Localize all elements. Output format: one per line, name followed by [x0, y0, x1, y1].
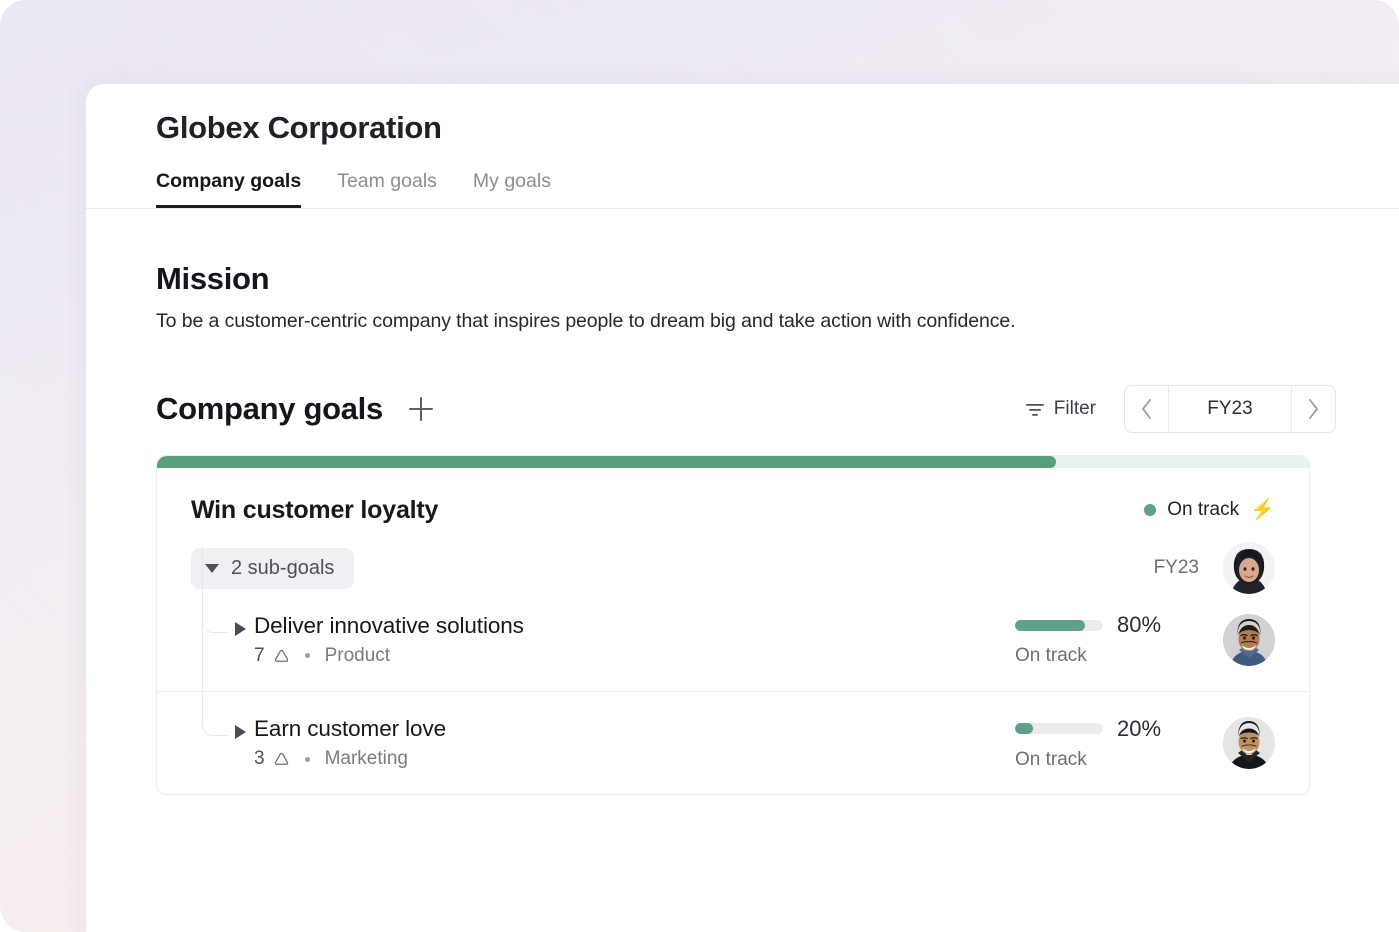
tab-company-goals[interactable]: Company goals: [156, 170, 301, 208]
mission-text: To be a customer-centric company that in…: [156, 310, 1399, 333]
progress-track: [1015, 723, 1103, 734]
subgoal-texts: Earn customer love 3 Marketing: [254, 716, 446, 770]
goals-section-header: Company goals Filter: [156, 385, 1399, 433]
mission-section: Mission To be a customer-centric company…: [86, 209, 1399, 333]
goal-title[interactable]: Win customer loyalty: [191, 496, 438, 525]
progress-block: 80% On track: [1015, 612, 1193, 667]
goal-progress-track: [157, 456, 1309, 468]
goal-period-label: FY23: [1154, 557, 1199, 579]
goals-header-actions: Filter FY23: [1025, 385, 1336, 433]
subgoal-title[interactable]: Earn customer love: [254, 716, 446, 742]
goal-triangle-icon: [273, 648, 290, 664]
subgoal-team: Marketing: [325, 748, 408, 770]
goal-progress-fill: [157, 456, 1056, 468]
progress-block: 20% On track: [1015, 716, 1193, 771]
subgoal-row[interactable]: Earn customer love 3 Marketing: [157, 691, 1309, 794]
subgoals-toggle-row: 2 sub-goals FY23: [157, 526, 1309, 588]
mission-heading: Mission: [156, 261, 1399, 297]
separator-dot: [305, 757, 310, 762]
subgoal-team: Product: [325, 645, 390, 667]
goal-triangle-icon: [273, 751, 290, 767]
subgoal-meta: 7 Product: [254, 645, 524, 667]
goal-title-row: Win customer loyalty On track ⚡: [157, 468, 1309, 526]
subgoal-status: On track: [1015, 749, 1193, 771]
chevron-down-icon: [205, 564, 219, 573]
subgoals-toggle-button[interactable]: 2 sub-goals: [191, 548, 354, 589]
status-badge[interactable]: On track ⚡: [1144, 499, 1275, 521]
app-header: Globex Corporation Company goals Team go…: [86, 84, 1399, 208]
subgoal-label-group: Deliver innovative solutions 7 Product: [235, 613, 524, 667]
subgoal-count: 3: [254, 748, 265, 770]
period-value[interactable]: FY23: [1169, 386, 1291, 432]
subgoal-progress-group: 20% On track: [1015, 716, 1275, 771]
progress-fill: [1015, 723, 1033, 734]
progress-percent: 80%: [1117, 612, 1161, 638]
progress-row: 80%: [1015, 612, 1193, 638]
subgoal-meta: 3 Marketing: [254, 748, 446, 770]
chevron-right-icon[interactable]: [235, 725, 246, 739]
tab-team-goals[interactable]: Team goals: [337, 170, 437, 208]
tab-my-goals[interactable]: My goals: [473, 170, 551, 208]
subgoal-status: On track: [1015, 645, 1193, 667]
subgoal-row[interactable]: Deliver innovative solutions 7 Product: [157, 588, 1309, 691]
progress-fill: [1015, 620, 1085, 631]
period-selector: FY23: [1124, 385, 1336, 433]
avatar[interactable]: [1223, 542, 1275, 594]
avatar[interactable]: [1223, 614, 1275, 666]
page-title: Globex Corporation: [156, 110, 1399, 146]
avatar[interactable]: [1223, 717, 1275, 769]
subgoal-progress-group: 80% On track: [1015, 612, 1275, 667]
chevron-left-icon[interactable]: [1125, 386, 1169, 432]
filter-button[interactable]: Filter: [1025, 398, 1096, 420]
page-background: Globex Corporation Company goals Team go…: [0, 0, 1399, 932]
progress-track: [1015, 620, 1103, 631]
status-dot-icon: [1144, 504, 1156, 516]
tab-bar: Company goals Team goals My goals: [156, 163, 1399, 208]
subgoal-title[interactable]: Deliver innovative solutions: [254, 613, 524, 639]
subgoal-label-group: Earn customer love 3 Marketing: [235, 716, 446, 770]
filter-icon: [1025, 401, 1045, 417]
progress-percent: 20%: [1117, 716, 1161, 742]
subgoal-texts: Deliver innovative solutions 7 Product: [254, 613, 524, 667]
plus-icon[interactable]: [405, 393, 437, 425]
progress-row: 20%: [1015, 716, 1193, 742]
app-panel: Globex Corporation Company goals Team go…: [86, 84, 1399, 932]
goal-card[interactable]: Win customer loyalty On track ⚡ 2 sub-go…: [156, 455, 1310, 795]
goal-meta-right: FY23: [1154, 542, 1275, 594]
chevron-right-icon[interactable]: [1291, 386, 1335, 432]
subgoals-toggle-label: 2 sub-goals: [231, 557, 334, 580]
filter-label: Filter: [1054, 398, 1096, 420]
subgoal-count: 7: [254, 645, 265, 667]
separator-dot: [305, 653, 310, 658]
chevron-right-icon[interactable]: [235, 622, 246, 636]
lightning-bolt-icon: ⚡: [1250, 500, 1275, 520]
status-label: On track: [1167, 499, 1239, 521]
goal-card-body: Win customer loyalty On track ⚡ 2 sub-go…: [157, 468, 1309, 794]
goals-section-title: Company goals: [156, 391, 383, 427]
